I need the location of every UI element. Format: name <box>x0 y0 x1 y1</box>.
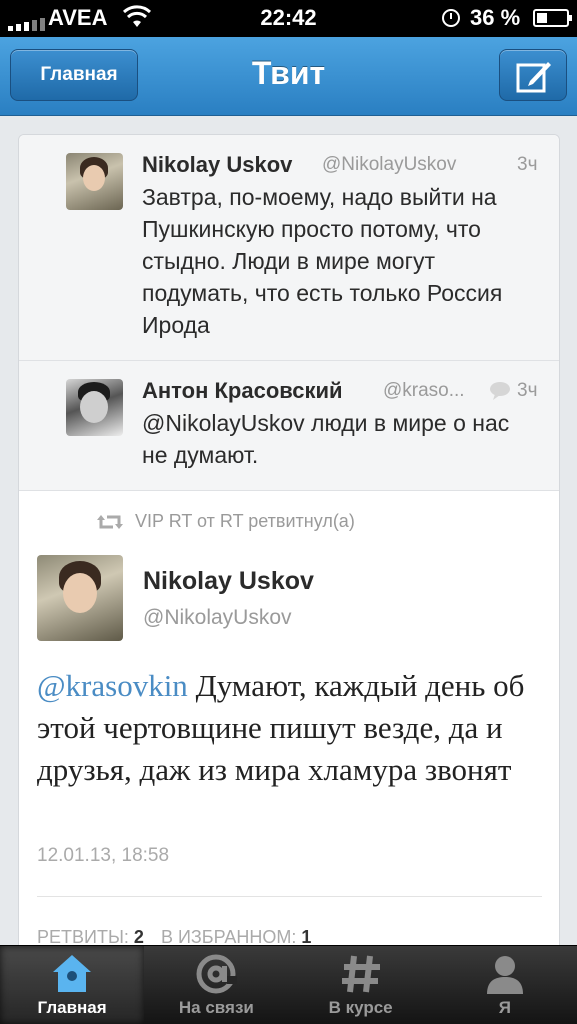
tab-connect[interactable]: На связи <box>144 946 288 1024</box>
person-icon <box>486 956 523 994</box>
retweet-icon <box>97 514 123 529</box>
author-handle[interactable]: @NikolayUskov <box>143 606 292 630</box>
avatar[interactable] <box>66 153 123 210</box>
retweets-count: 2 <box>133 927 144 947</box>
favorites-count: 1 <box>301 927 312 947</box>
tab-bar: Главная На связи В курсе Я <box>0 945 577 1024</box>
tweet-text: @NikolayUskov люди в мире о нас не думаю… <box>142 410 510 468</box>
page-title: Твит <box>251 55 326 91</box>
tweet-time: 3ч <box>517 380 538 401</box>
at-icon <box>196 954 238 994</box>
author-handle: @kraso... <box>383 380 465 401</box>
tab-label: В курсе <box>328 998 393 1017</box>
avatar[interactable] <box>66 379 123 436</box>
favorites-label: В избранном: <box>160 927 297 947</box>
retweet-info-text: VIP RT от RT ретвитнул(а) <box>135 511 355 531</box>
clock-icon <box>442 9 460 27</box>
tab-label: Главная <box>37 998 107 1017</box>
tab-me[interactable]: Я <box>433 946 577 1024</box>
tweet-text: @krasovkin Думают, каждый день об этой ч… <box>37 665 542 791</box>
tab-discover[interactable]: В курсе <box>289 946 433 1024</box>
divider <box>37 896 542 897</box>
retweets-label: Ретвиты: <box>37 927 129 947</box>
tweet-detail-card: Nikolay Uskov @NikolayUskov 3ч Завтра, п… <box>18 134 560 964</box>
status-bar: AVEA 22:42 36 % <box>0 0 577 37</box>
tweet-time: 3ч <box>517 154 538 175</box>
battery-percent: 36 % <box>470 5 521 30</box>
author-handle: @NikolayUskov <box>322 154 457 175</box>
tab-label: Я <box>498 998 511 1017</box>
tweet-text: Завтра, по-моему, надо выйти на Пушкинск… <box>142 184 503 338</box>
reply-bubble-icon <box>490 382 510 400</box>
tweet-timestamp: 12.01.13, 18:58 <box>37 845 170 866</box>
compose-icon <box>516 62 551 93</box>
avatar[interactable] <box>37 555 123 641</box>
navigation-bar: Главная Твит <box>0 37 577 116</box>
tab-label: На связи <box>178 998 254 1017</box>
author-name: Антон Красовский <box>142 378 343 403</box>
author-name[interactable]: Nikolay Uskov <box>143 567 314 596</box>
tab-home[interactable]: Главная <box>0 946 145 1024</box>
author-name: Nikolay Uskov <box>142 152 293 177</box>
retweet-info: VIP RT от RT ретвитнул(а) <box>97 511 355 532</box>
compose-button[interactable] <box>499 49 567 101</box>
conversation-tweet[interactable]: Антон Красовский @kraso... 3ч @NikolayUs… <box>19 361 559 491</box>
home-icon <box>53 955 92 992</box>
mention-link[interactable]: @krasovkin <box>37 668 188 703</box>
hash-icon <box>341 955 380 993</box>
conversation-tweet[interactable]: Nikolay Uskov @NikolayUskov 3ч Завтра, п… <box>19 135 559 361</box>
battery-icon <box>533 9 572 27</box>
